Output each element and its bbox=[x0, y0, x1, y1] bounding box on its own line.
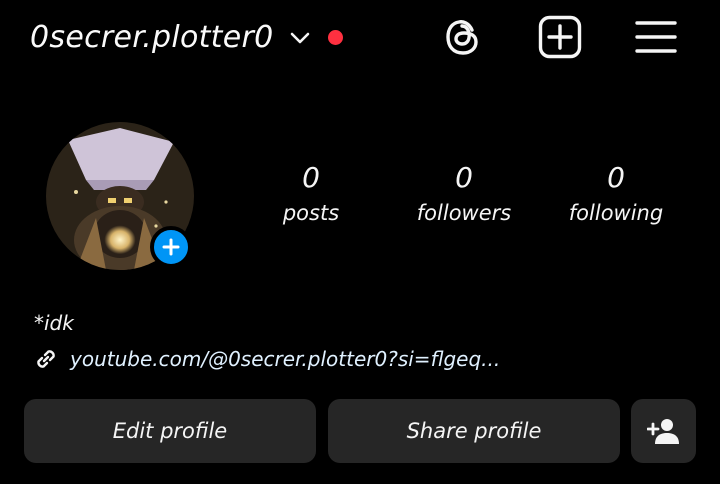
menu-icon[interactable] bbox=[633, 14, 679, 60]
create-plus-icon[interactable] bbox=[537, 14, 583, 60]
bio-link[interactable]: youtube.com/@0secrer.plotter0?si=flgeq..… bbox=[32, 343, 500, 375]
posts-count: 0 bbox=[302, 161, 320, 194]
followers-count: 0 bbox=[455, 161, 473, 194]
following-count: 0 bbox=[607, 161, 625, 194]
add-person-icon bbox=[646, 419, 679, 444]
threads-icon[interactable] bbox=[440, 14, 486, 60]
edit-profile-button[interactable]: Edit profile bbox=[24, 399, 316, 463]
bio-text: *idk bbox=[34, 311, 74, 335]
following-label: following bbox=[568, 201, 664, 225]
profile-header: 0secrer.plotter0 bbox=[0, 0, 720, 76]
bio-link-text: youtube.com/@0secrer.plotter0?si=flgeq..… bbox=[70, 347, 501, 371]
share-profile-button[interactable]: Share profile bbox=[328, 399, 620, 463]
username: 0secrer.plotter0 bbox=[30, 19, 274, 55]
stat-posts[interactable]: 0 posts bbox=[236, 160, 386, 230]
plus-icon bbox=[162, 238, 180, 256]
discover-people-button[interactable] bbox=[631, 399, 696, 463]
followers-label: followers bbox=[416, 201, 512, 225]
notification-dot bbox=[327, 29, 343, 45]
chevron-down-icon bbox=[290, 30, 310, 44]
link-icon bbox=[32, 345, 60, 373]
stat-followers[interactable]: 0 followers bbox=[389, 160, 539, 230]
stat-following[interactable]: 0 following bbox=[541, 160, 691, 230]
add-story-button[interactable] bbox=[150, 226, 192, 268]
account-switcher[interactable]: 0secrer.plotter0 bbox=[30, 14, 343, 60]
posts-label: posts bbox=[282, 201, 340, 225]
